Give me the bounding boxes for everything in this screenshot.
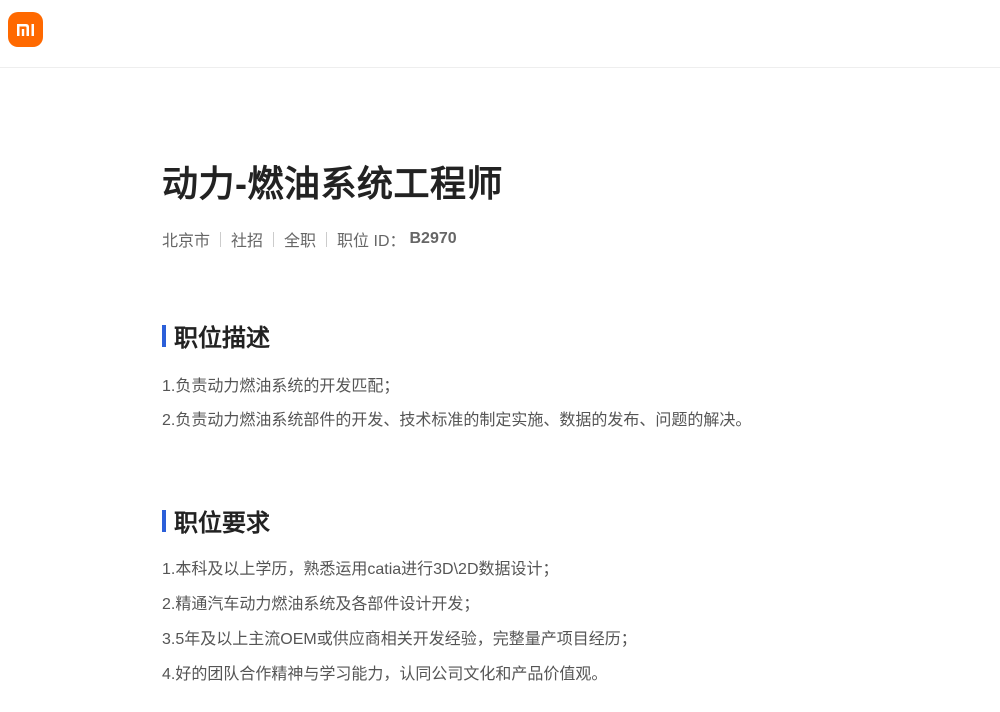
- job-location: 北京市: [162, 233, 211, 250]
- xiaomi-logo-icon: [17, 24, 34, 36]
- meta-divider: [273, 231, 275, 247]
- description-heading: 职位描述: [162, 318, 270, 353]
- requirement-item: 2.精通汽车动力燃油系统及各部件设计开发；: [162, 596, 480, 613]
- requirement-item: 3.5年及以上主流OEM或供应商相关开发经验，完整量产项目经历；: [162, 631, 637, 648]
- meta-divider: [220, 231, 222, 247]
- job-employment-type: 全职: [284, 233, 317, 250]
- description-item: 1.负责动力燃油系统的开发匹配；: [162, 378, 400, 395]
- requirements-heading: 职位要求: [162, 503, 270, 538]
- meta-divider: [326, 231, 328, 247]
- requirement-item: 1.本科及以上学历，熟悉运用catia进行3D\2D数据设计；: [162, 561, 559, 578]
- job-id-label: 职位 ID：: [337, 233, 406, 250]
- requirement-item: 4.好的团队合作精神与学习能力，认同公司文化和产品价值观。: [162, 666, 608, 683]
- description-heading-text: 职位描述: [174, 325, 270, 352]
- job-title: 动力-燃油系统工程师: [162, 163, 503, 204]
- job-id-value: B2970: [409, 230, 457, 247]
- xiaomi-logo[interactable]: [8, 12, 43, 47]
- requirements-heading-text: 职位要求: [174, 510, 270, 537]
- heading-accent-bar: [162, 509, 166, 532]
- job-meta: 北京市 社招 全职 职位 ID： B2970: [162, 227, 457, 251]
- description-item: 2.负责动力燃油系统部件的开发、技术标准的制定实施、数据的发布、问题的解决。: [162, 412, 752, 429]
- job-recruit-type: 社招: [231, 233, 264, 250]
- top-bar: [0, 0, 1000, 68]
- heading-accent-bar: [162, 324, 166, 347]
